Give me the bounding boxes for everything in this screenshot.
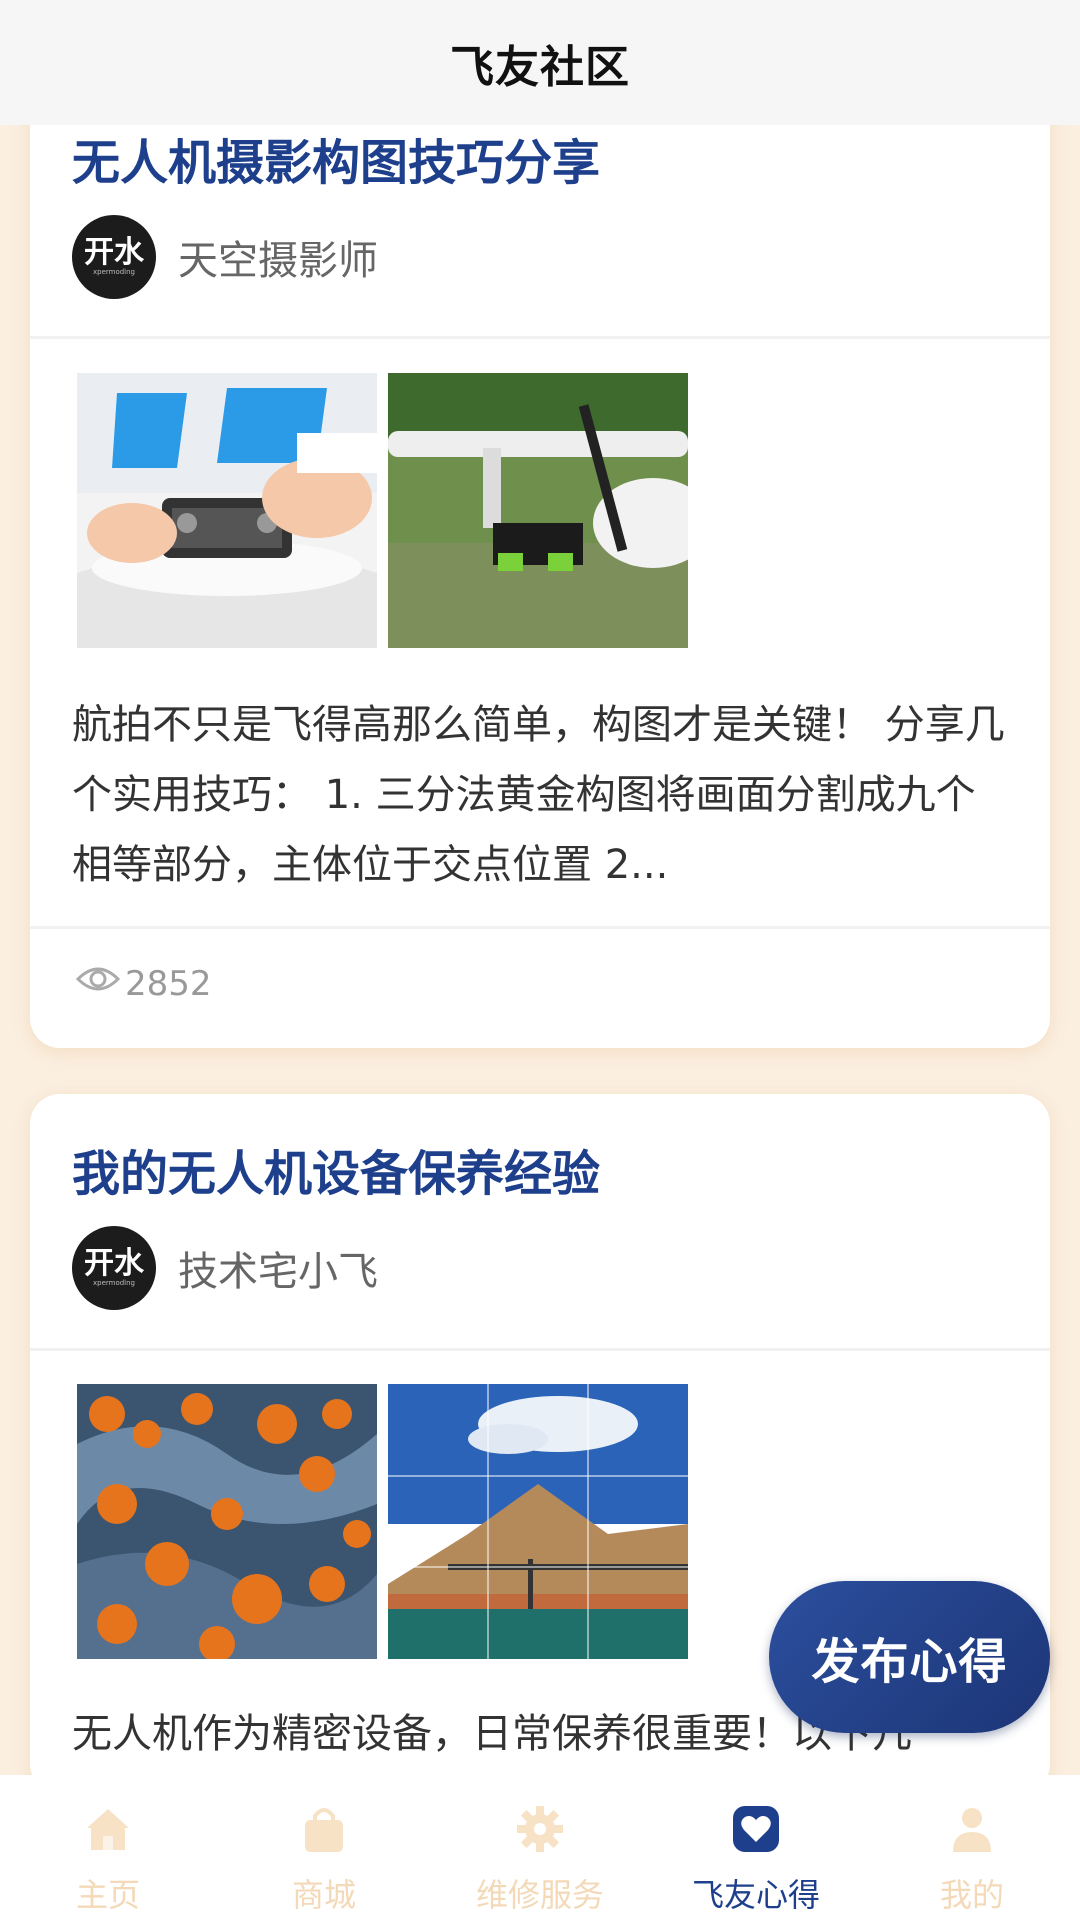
tab-label: 商城 [291, 1876, 356, 1914]
top-bar: 飞友社区 [0, 0, 1080, 125]
avatar[interactable]: 开水 xpermodlng [72, 215, 156, 299]
aerial-autumn-trees-photo[interactable] [77, 1384, 377, 1659]
post-excerpt[interactable]: 航拍不只是飞得高那么简单，构图才是关键！ 分享几个实用技巧： 1. 三分法黄金构… [72, 690, 1012, 900]
avatar-logo-subtext: xpermodlng [92, 267, 136, 276]
view-count-value: 2852 [125, 963, 212, 1004]
tab-home[interactable]: 主页 [0, 1775, 216, 1920]
bottom-tab-bar: 主页 商城 维修服务 飞友心得 我的 [0, 1775, 1080, 1920]
post-images [77, 1384, 688, 1659]
home-icon [81, 1802, 135, 1856]
avatar-logo-text: 开水 [84, 234, 144, 270]
fixed-wing-drone-on-grass-photo[interactable] [388, 373, 688, 648]
user-icon [945, 1802, 999, 1856]
mountain-bridge-landscape-photo[interactable] [388, 1384, 688, 1659]
tab-label: 主页 [75, 1876, 140, 1914]
divider [30, 1348, 1050, 1351]
shopping-bag-icon [297, 1802, 351, 1856]
tab-repair-service[interactable]: 维修服务 [432, 1775, 648, 1920]
gear-icon [513, 1802, 567, 1856]
post-author[interactable]: 开水 xpermodlng 天空摄影师 [72, 215, 378, 299]
publish-post-button[interactable]: 发布心得 [769, 1581, 1050, 1733]
heart-chat-icon [729, 1802, 783, 1856]
divider [30, 926, 1050, 929]
avatar[interactable]: 开水 xpermodlng [72, 1226, 156, 1310]
post-card[interactable]: 无人机摄影构图技巧分享 开水 xpermodlng 天空摄影师 航拍不只是飞得高… [30, 60, 1050, 1048]
tab-flyer-experience[interactable]: 飞友心得 [648, 1775, 864, 1920]
tab-profile[interactable]: 我的 [864, 1775, 1080, 1920]
tab-label: 我的 [939, 1876, 1004, 1914]
post-feed[interactable]: 无人机摄影构图技巧分享 开水 xpermodlng 天空摄影师 航拍不只是飞得高… [0, 0, 1080, 1775]
avatar-logo-text: 开水 [84, 1245, 144, 1281]
page-title: 飞友社区 [450, 41, 630, 93]
post-author[interactable]: 开水 xpermodlng 技术宅小飞 [72, 1226, 378, 1310]
author-name[interactable]: 技术宅小飞 [178, 1239, 378, 1297]
tab-label: 飞友心得 [691, 1876, 820, 1914]
divider [30, 336, 1050, 339]
author-name[interactable]: 天空摄影师 [178, 228, 378, 286]
post-images [77, 373, 688, 648]
tab-label: 维修服务 [475, 1876, 604, 1914]
eye-icon [75, 962, 125, 1005]
post-title[interactable]: 我的无人机设备保养经验 [72, 1134, 600, 1204]
post-title[interactable]: 无人机摄影构图技巧分享 [72, 123, 600, 193]
view-count: 2852 [75, 962, 212, 1005]
tab-shop[interactable]: 商城 [216, 1775, 432, 1920]
drone-assembly-photo[interactable] [77, 373, 377, 648]
avatar-logo-subtext: xpermodlng [92, 1278, 136, 1287]
